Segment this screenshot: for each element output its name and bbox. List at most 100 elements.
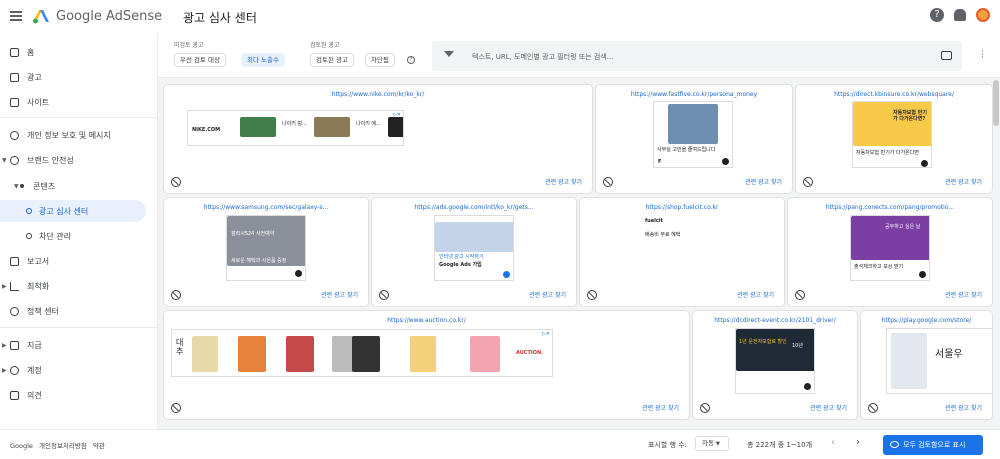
- ad-arrow-icon[interactable]: [919, 271, 926, 278]
- ad-landing-url[interactable]: https://play.google.com/store/: [861, 317, 992, 324]
- ad-creative[interactable]: 사무실 고민을 줄여드립니다 F: [653, 101, 733, 168]
- find-related-ads-link[interactable]: 관련 광고 찾기: [321, 290, 358, 299]
- sidebar-item-content[interactable]: ▼ 콘텐츠: [0, 175, 158, 197]
- ad-arrow-icon[interactable]: [295, 270, 302, 277]
- block-ad-icon[interactable]: [700, 403, 710, 413]
- ad-card[interactable]: https://www.samsung.com/sec/galaxy-s... …: [164, 198, 368, 306]
- sidebar-item-sites[interactable]: 사이트: [0, 91, 158, 113]
- find-related-ads-link[interactable]: 관련 광고 찾기: [745, 177, 782, 186]
- sidebar-item-ads[interactable]: 광고: [0, 66, 158, 88]
- ad-creative[interactable]: 인터넷 광고 시작하기 Google Ads 가입: [434, 215, 514, 281]
- chip-most-impressions[interactable]: 최다 노출수: [241, 53, 285, 67]
- chevron-down-icon: ▼: [2, 156, 7, 164]
- ad-creative[interactable]: NIKE.COM 나이키 덩... 나이키 에... ▷✕: [187, 110, 404, 146]
- ad-landing-url[interactable]: https://www.auction.co.kr/: [164, 317, 689, 324]
- sidebar-item-ad-review-center[interactable]: 광고 심사 센터: [0, 200, 146, 222]
- scrollbar-thumb[interactable]: [993, 80, 999, 126]
- sidebar-item-blocking-controls[interactable]: 차단 관리: [0, 225, 158, 247]
- ad-arrow-icon[interactable]: [921, 160, 928, 167]
- sidebar-item-policy-center[interactable]: 정책 센터: [0, 300, 158, 322]
- scrollbar-track[interactable]: [992, 78, 1000, 429]
- ad-creative[interactable]: 서울우: [886, 328, 992, 394]
- sidebar-item-feedback[interactable]: 의견: [0, 384, 158, 406]
- ad-card[interactable]: https://pang.conects.com/pang/promotio..…: [788, 198, 992, 306]
- block-ad-icon[interactable]: [171, 177, 181, 187]
- find-related-ads-link[interactable]: 관련 광고 찾기: [945, 403, 982, 412]
- find-related-ads-link[interactable]: 관련 광고 찾기: [642, 403, 679, 412]
- ad-creative[interactable]: 갤럭시S24 사전예약 새로운 혜택과 사은품 증정: [226, 215, 306, 281]
- more-vert-icon[interactable]: · · ·: [981, 48, 984, 63]
- find-related-ads-link[interactable]: 관련 광고 찾기: [545, 177, 582, 186]
- sidebar-item-optimization[interactable]: ▶ 최적화: [0, 275, 158, 297]
- info-icon[interactable]: ?: [407, 56, 415, 64]
- ad-landing-url[interactable]: https://shop.fuelcit.co.kr: [580, 204, 784, 211]
- ad-landing-url[interactable]: https://www.fastfive.co.kr/persona_money: [596, 91, 792, 98]
- ad-card[interactable]: https://ads.google.com/intl/ko_kr/gets..…: [372, 198, 576, 306]
- ad-arrow-icon[interactable]: [804, 383, 811, 390]
- ad-arrow-icon[interactable]: [503, 271, 510, 278]
- find-related-ads-link[interactable]: 관련 광고 찾기: [529, 290, 566, 299]
- ad-landing-url[interactable]: https://ads.google.com/intl/ko_kr/gets..…: [372, 204, 576, 211]
- footer-terms-link[interactable]: 약관: [93, 442, 105, 450]
- notifications-bell-icon[interactable]: [954, 9, 966, 21]
- block-ad-icon[interactable]: [171, 290, 181, 300]
- ad-creative[interactable]: 공부하고 싶은 날 출석체크하고 보상 받기: [850, 215, 930, 281]
- account-avatar[interactable]: [976, 8, 990, 22]
- chip-reviewed-ads[interactable]: 검토된 광고: [310, 53, 354, 67]
- ad-landing-url[interactable]: https://www.samsung.com/sec/galaxy-s...: [164, 204, 368, 211]
- footer-privacy-link[interactable]: 개인정보처리방침: [39, 442, 87, 450]
- next-page-button[interactable]: ›: [856, 437, 860, 448]
- hamburger-menu-icon[interactable]: [10, 11, 22, 21]
- ad-creative[interactable]: fuelcit 배송비 무료 혜택: [642, 215, 722, 253]
- ad-headline-text: 인터넷 광고 시작하기: [439, 254, 484, 260]
- adchoices-icon[interactable]: ▷✕: [542, 331, 550, 337]
- sidebar-item-account[interactable]: ▶ 계정: [0, 359, 158, 381]
- ad-card[interactable]: https://direct.kbinsure.co.kr/websquare/…: [796, 85, 992, 193]
- ad-creative[interactable]: 대추 AUCTION. ▷✕: [171, 329, 553, 377]
- ad-landing-url[interactable]: https://www.nike.com/kr/ko_kr/: [164, 91, 592, 98]
- sidebar-item-home[interactable]: 홈: [0, 41, 158, 63]
- chip-blocked[interactable]: 차단됨: [365, 53, 395, 67]
- block-ad-icon[interactable]: [171, 403, 181, 413]
- ad-landing-url[interactable]: https://pang.conects.com/pang/promotio..…: [788, 204, 992, 211]
- chip-priority-review[interactable]: 우선 검토 대상: [174, 53, 227, 67]
- block-ad-icon[interactable]: [868, 403, 878, 413]
- find-related-ads-link[interactable]: 관련 광고 찾기: [737, 290, 774, 299]
- sidebar-item-brand-safety[interactable]: ▼ 브랜드 안전성: [0, 149, 158, 171]
- footer-google-link[interactable]: Google: [10, 442, 33, 450]
- filter-funnel-icon[interactable]: [444, 51, 454, 57]
- mark-all-reviewed-button[interactable]: 모두 검토함으로 표시: [883, 435, 983, 455]
- ad-landing-url[interactable]: https://direct.kbinsure.co.kr/websquare/: [796, 91, 992, 98]
- ad-creative[interactable]: 1년 운전자보험료 할인 10년: [735, 328, 815, 394]
- find-related-ads-link[interactable]: 관련 광고 찾기: [810, 403, 847, 412]
- ad-landing-url[interactable]: https://dcdirect-event.co.kr/2101_driver…: [693, 317, 857, 324]
- prev-page-button[interactable]: ‹: [831, 437, 835, 448]
- sidebar-item-privacy-messaging[interactable]: 개인 정보 보호 및 메시지: [0, 124, 158, 146]
- rows-per-page-value: 자동: [702, 439, 714, 447]
- rows-per-page-select[interactable]: 자동 ▼: [695, 436, 729, 451]
- sites-icon: [10, 97, 19, 107]
- ad-card[interactable]: https://shop.fuelcit.co.kr fuelcit 배송비 무…: [580, 198, 784, 306]
- block-ad-icon[interactable]: [803, 177, 813, 187]
- bottom-bar: Google 개인정보처리방침 약관 표시할 행 수: 자동 ▼ 총 222개 …: [0, 429, 1000, 459]
- ad-arrow-icon[interactable]: [722, 158, 729, 165]
- sidebar-item-reports[interactable]: 보고서: [0, 250, 158, 272]
- ad-card[interactable]: https://play.google.com/store/ 서울우 관련 광고…: [861, 311, 992, 419]
- block-ad-icon[interactable]: [587, 290, 597, 300]
- find-related-ads-link[interactable]: 관련 광고 찾기: [945, 290, 982, 299]
- block-ad-icon[interactable]: [379, 290, 389, 300]
- ad-card[interactable]: https://www.nike.com/kr/ko_kr/ NIKE.COM …: [164, 85, 592, 193]
- help-icon[interactable]: ?: [930, 8, 944, 22]
- ad-creative[interactable]: 자동차보험 만기가 다가온다면? 자동차보험 만기가 다가온다면: [852, 101, 932, 168]
- adchoices-icon[interactable]: ▷✕: [393, 112, 401, 118]
- sidebar-item-payments[interactable]: ▶ 지급: [0, 334, 158, 356]
- search-filter-box[interactable]: 텍스트, URL, 도메인별 광고 필터링 또는 검색...: [432, 41, 962, 71]
- ad-card[interactable]: https://www.fastfive.co.kr/persona_money…: [596, 85, 792, 193]
- block-ad-icon[interactable]: [795, 290, 805, 300]
- ad-card[interactable]: https://www.auction.co.kr/ 대추 AUCTION. ▷…: [164, 311, 689, 419]
- find-related-ads-link[interactable]: 관련 광고 찾기: [945, 177, 982, 186]
- ad-text: Google Ads 가입: [439, 262, 482, 268]
- ad-card[interactable]: https://dcdirect-event.co.kr/2101_driver…: [693, 311, 857, 419]
- camera-icon[interactable]: [941, 51, 952, 60]
- block-ad-icon[interactable]: [603, 177, 613, 187]
